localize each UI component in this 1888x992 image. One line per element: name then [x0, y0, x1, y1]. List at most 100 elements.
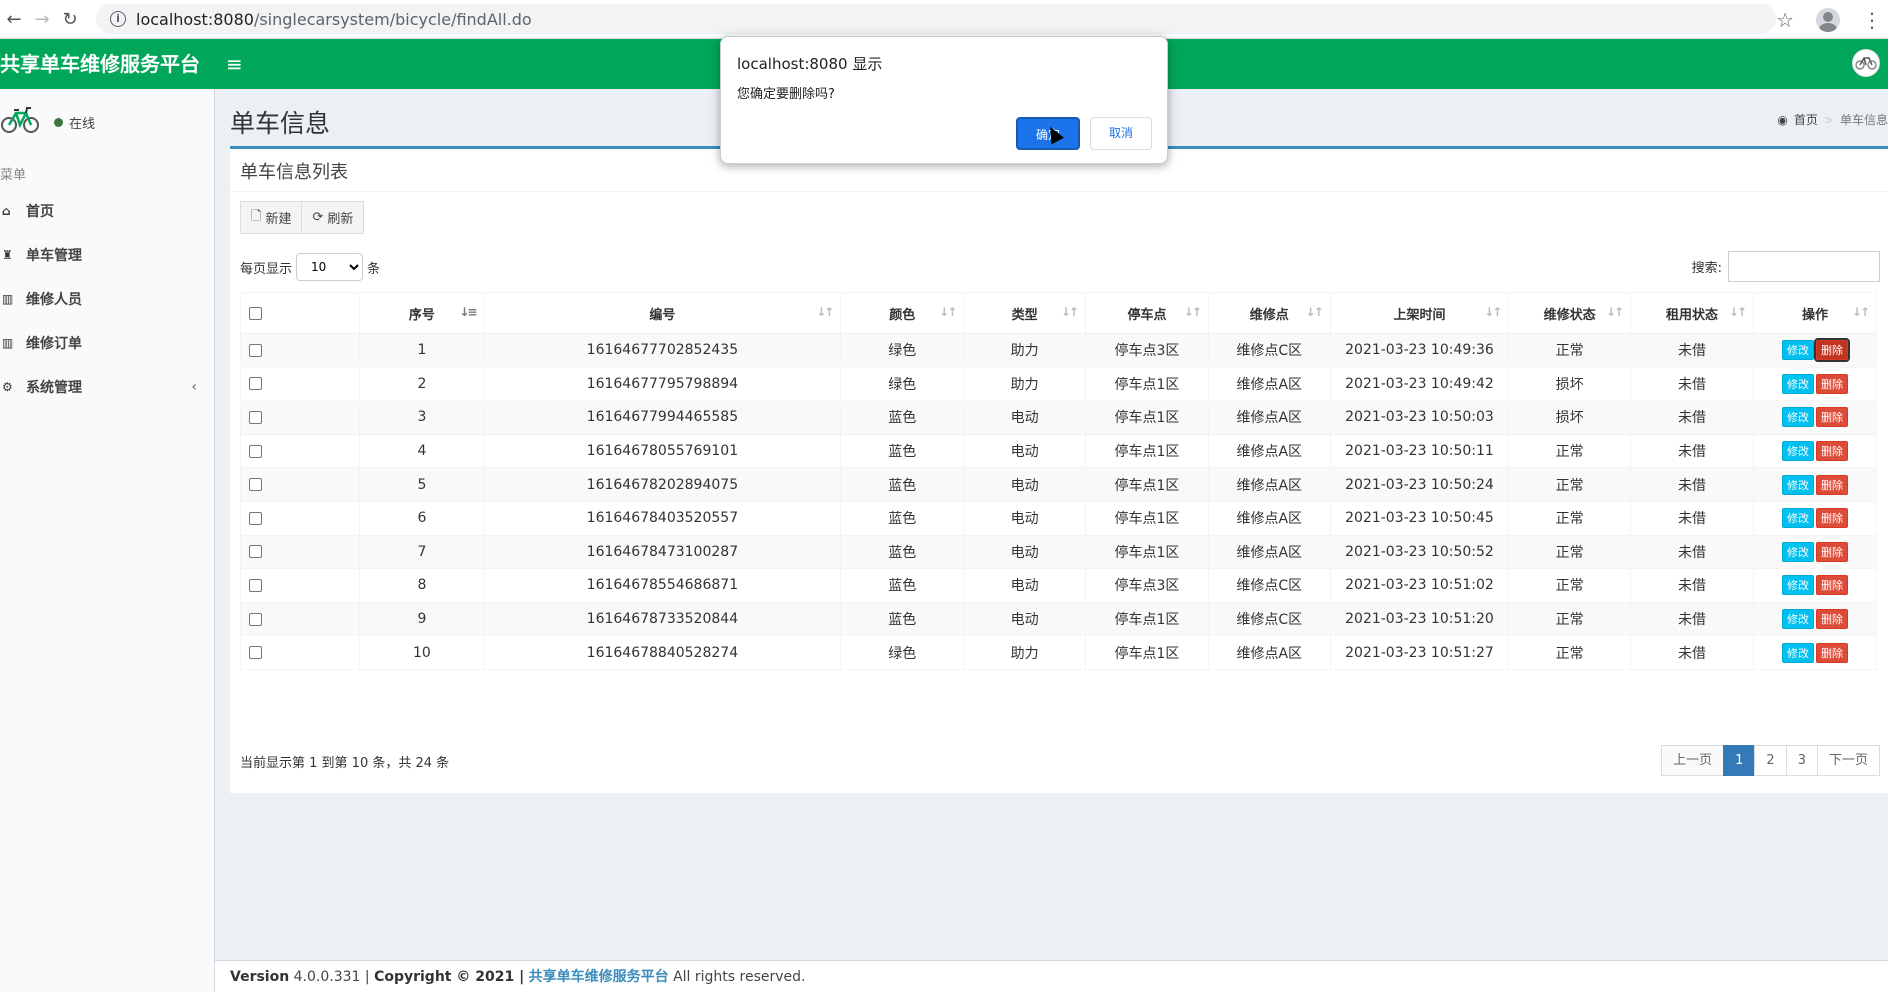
edit-button[interactable]: 修改 [1781, 407, 1814, 428]
address-bar[interactable]: i localhost:8080/singlecarsystem/bicycle… [96, 4, 1776, 34]
edit-button[interactable]: 修改 [1781, 373, 1814, 394]
table-cell: 停车点1区 [1084, 400, 1209, 435]
delete-button[interactable]: 删除 [1815, 373, 1848, 394]
online-dot-icon [54, 118, 63, 127]
site-info-icon[interactable]: i [110, 11, 126, 27]
forward-icon[interactable]: → [28, 9, 56, 30]
row-checkbox[interactable] [239, 333, 361, 368]
breadcrumb-home[interactable]: 首页 [1794, 111, 1818, 128]
next-page-button[interactable]: 下一页 [1816, 745, 1880, 776]
column-header[interactable]: 序号 ↓≡ [359, 292, 485, 334]
dialog-title: localhost:8080 显示 [737, 55, 883, 73]
page-button-1[interactable]: 1 [1723, 745, 1756, 776]
sidebar-item-repair-orders[interactable]: ▥ 维修订单 [0, 321, 215, 365]
profile-icon[interactable] [1816, 7, 1840, 32]
column-header[interactable]: 操作 ↓↑ [1752, 292, 1878, 334]
row-checkbox[interactable] [239, 433, 361, 469]
toolbar: 🗋 新建 ⟳ 刷新 [240, 201, 365, 234]
row-checkbox[interactable] [239, 635, 361, 670]
row-checkbox[interactable] [239, 534, 361, 570]
page-title: 单车信息 [230, 109, 331, 138]
delete-button[interactable]: 删除 [1815, 642, 1848, 663]
edit-button[interactable]: 修改 [1781, 441, 1814, 462]
column-header[interactable]: 编号 ↓↑ [483, 292, 842, 334]
edit-button[interactable]: 修改 [1781, 508, 1814, 529]
delete-button[interactable]: 删除 [1815, 575, 1848, 596]
row-checkbox[interactable] [239, 467, 361, 502]
delete-button[interactable]: 删除 [1815, 474, 1848, 495]
edit-button[interactable]: 修改 [1781, 642, 1814, 663]
cancel-button[interactable]: 取消 [1090, 117, 1152, 150]
delete-button[interactable]: 删除 [1815, 407, 1848, 428]
page-button-3[interactable]: 3 [1785, 745, 1818, 776]
edit-button[interactable]: 修改 [1781, 609, 1814, 630]
table-cell: 蓝色 [840, 433, 965, 469]
checkbox-icon [249, 410, 262, 424]
delete-button[interactable]: 删除 [1815, 441, 1848, 462]
sort-icon: ↓↑ [816, 305, 834, 319]
page-button-2[interactable]: 2 [1754, 745, 1787, 776]
column-header[interactable]: 类型 ↓↑ [963, 292, 1086, 334]
search-input[interactable] [1728, 251, 1880, 282]
table-cell: 维修点A区 [1207, 400, 1331, 435]
sidebar-item-system-management[interactable]: ⚙ 系统管理 ‹ [0, 365, 215, 409]
row-actions: 修改 删除 [1752, 333, 1878, 368]
online-status: 在线 [54, 113, 95, 132]
footer-brand-link[interactable]: 共享单车维修服务平台 [529, 969, 669, 985]
sidebar-item-label: 单车管理 [26, 248, 82, 264]
table-cell: 电动 [963, 433, 1086, 469]
table-cell: 维修点C区 [1207, 333, 1331, 368]
row-checkbox[interactable] [239, 568, 361, 603]
table-row: 6 16164678403520557 蓝色 电动 停车点1区 维修点A区 2021-03-… [239, 500, 1878, 536]
table-cell: 16164678733520844 [483, 601, 842, 637]
bicycle-icon [1855, 57, 1877, 70]
refresh-button[interactable]: ⟳ 刷新 [302, 201, 365, 234]
sort-icon: ↓↑ [939, 305, 957, 319]
table-row: 10 16164678840528274 绿色 助力 停车点1区 维修点A区 2021-03… [239, 635, 1878, 670]
table-cell: 维修点A区 [1207, 467, 1331, 502]
confirm-dialog: localhost:8080 显示 您确定要删除吗? 确定 取消 [720, 36, 1168, 164]
app-logo[interactable]: 共享单车维修服务平台 [0, 39, 215, 89]
column-header[interactable]: 颜色 ↓↑ [840, 292, 965, 334]
sidebar-item-home[interactable]: ⌂ 首页 [0, 189, 215, 233]
reload-icon[interactable]: ↻ [56, 9, 84, 30]
delete-button[interactable]: 删除 [1813, 338, 1850, 363]
column-header[interactable]: 停车点 ↓↑ [1084, 292, 1209, 334]
new-button[interactable]: 🗋 新建 [240, 201, 303, 234]
select-all-checkbox[interactable] [239, 292, 361, 334]
page-length-select[interactable]: 10 [296, 253, 364, 281]
browser-menu-icon[interactable]: ⋮ [1862, 8, 1882, 32]
row-checkbox[interactable] [239, 366, 361, 402]
version-label: Version [230, 969, 290, 985]
column-header-label: 操作 [1801, 307, 1828, 323]
edit-button[interactable]: 修改 [1781, 541, 1814, 562]
user-avatar[interactable] [1852, 49, 1880, 77]
row-checkbox[interactable] [239, 400, 361, 435]
row-checkbox[interactable] [239, 601, 361, 637]
bookmark-star-icon[interactable]: ☆ [1776, 8, 1794, 32]
table-cell: 未借 [1630, 534, 1754, 570]
sidebar-toggle-icon[interactable]: ≡ [226, 52, 243, 76]
column-header[interactable]: 维修状态 ↓↑ [1508, 292, 1632, 334]
table-cell: 正常 [1508, 534, 1632, 570]
column-header[interactable]: 上架时间 ↓↑ [1329, 292, 1510, 334]
table-cell: 9 [359, 601, 485, 637]
edit-button[interactable]: 修改 [1781, 474, 1814, 495]
delete-button[interactable]: 删除 [1815, 508, 1848, 529]
column-header[interactable]: 租用状态 ↓↑ [1630, 292, 1754, 334]
prev-page-button[interactable]: 上一页 [1661, 745, 1725, 776]
delete-button[interactable]: 删除 [1815, 541, 1848, 562]
edit-button[interactable]: 修改 [1781, 575, 1814, 596]
user-panel: 在线 [0, 99, 215, 144]
dashboard-icon: ◉ [1777, 112, 1788, 127]
edit-button[interactable]: 修改 [1781, 340, 1814, 361]
back-icon[interactable]: ← [0, 9, 28, 30]
box-divider [230, 191, 1888, 192]
delete-button[interactable]: 删除 [1815, 609, 1848, 630]
checkbox-icon [249, 511, 262, 525]
sidebar-item-repair-staff[interactable]: ▥ 维修人员 [0, 277, 215, 321]
column-header[interactable]: 维修点 ↓↑ [1207, 292, 1331, 334]
table-cell: 2021-03-23 10:50:52 [1329, 534, 1510, 570]
sidebar-item-bicycle-management[interactable]: ♜ 单车管理 [0, 233, 215, 277]
row-checkbox[interactable] [239, 500, 361, 536]
